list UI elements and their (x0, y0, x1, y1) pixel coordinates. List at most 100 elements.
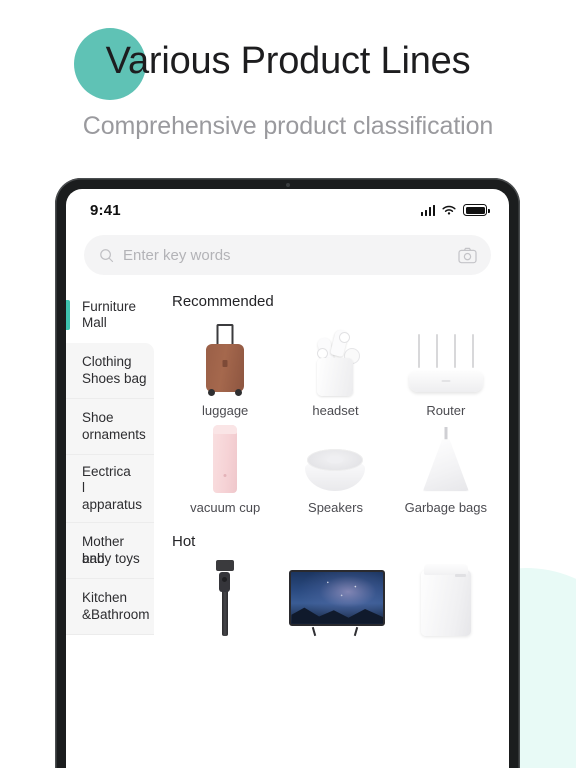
tablet-device-frame: 9:41 Enter key words Furniture Mall Clot… (55, 178, 520, 768)
speaker-art (305, 449, 366, 493)
product-card[interactable] (282, 562, 388, 636)
product-card[interactable] (393, 562, 499, 636)
garbage-bags-image (400, 419, 492, 493)
router-art (408, 334, 483, 396)
product-card[interactable]: Router (393, 322, 499, 419)
luggage-body (206, 344, 245, 392)
earbud-tip-right (339, 332, 351, 343)
product-label: Speakers (308, 500, 363, 516)
recommended-grid: luggage headset Router vacuum cup Speake… (172, 322, 499, 517)
luggage-art (205, 324, 245, 396)
sidebar-item-label-line2: ornaments (82, 426, 146, 442)
garbage-bag-neck (444, 427, 448, 441)
status-time: 9:41 (90, 201, 121, 219)
sidebar-item-electrical-apparatus[interactable]: Eectrica l apparatus (66, 455, 154, 524)
television-image (289, 562, 386, 636)
battery-icon (463, 204, 490, 216)
router-base (408, 371, 483, 392)
washing-machine-art (420, 563, 471, 636)
tv-stand (307, 627, 363, 636)
washer-panel (454, 573, 466, 577)
product-label: vacuum cup (190, 500, 261, 516)
category-sidebar: Furniture Mall Clothing Shoes bag Shoe o… (66, 287, 154, 768)
search-placeholder: Enter key words (123, 246, 231, 264)
router-antenna (453, 334, 457, 368)
sidebar-item-kitchen-bathroom[interactable]: Kitchen &Bathroom (66, 579, 154, 636)
earbuds-art (309, 326, 361, 396)
sidebar-item-label-line1: Shoe (82, 410, 114, 426)
router-antenna (435, 334, 439, 368)
section-title-recommended: Recommended (172, 293, 274, 310)
sidebar-item-mother-baby-toys[interactable]: Mother baby toys and (66, 523, 154, 580)
hot-grid (172, 559, 499, 636)
television-art (289, 569, 386, 636)
garbage-bag-body (422, 439, 469, 492)
sidebar-item-clothing-shoes-bag[interactable]: Clothing Shoes bag (66, 343, 154, 399)
status-icons (420, 204, 490, 216)
router-image (400, 322, 492, 396)
washing-machine-image (400, 562, 492, 636)
luggage-wheel-left (208, 389, 216, 396)
product-card[interactable]: luggage (172, 322, 278, 419)
search-icon (100, 248, 114, 262)
wifi-icon (442, 205, 456, 215)
speakers-image (289, 419, 381, 493)
search-area: Enter key words (66, 231, 509, 287)
sidebar-item-label-line1: Eectrica (82, 464, 131, 479)
vacuum-cup-art (213, 425, 238, 494)
sidebar-item-label-line2: Shoes bag (82, 370, 147, 386)
router-antenna (417, 334, 421, 368)
sidebar-item-label-line1: Clothing (82, 354, 132, 370)
active-indicator (66, 300, 70, 330)
sidebar-item-label-line2: baby toys and (82, 551, 148, 567)
status-bar: 9:41 (66, 189, 509, 231)
sidebar-item-label-line1: Kitchen (82, 590, 128, 606)
product-label: Router (426, 403, 466, 418)
vacuum-cup-image (179, 419, 271, 494)
title-block: Various Product Lines (0, 28, 576, 100)
page-header: Various Product Lines Comprehensive prod… (0, 0, 576, 141)
luggage-image (179, 322, 271, 396)
selfie-stick-head (216, 559, 235, 571)
sidebar-item-label-line2: &Bathroom (82, 606, 150, 622)
sidebar-item-furniture-mall[interactable]: Furniture Mall (66, 287, 154, 343)
product-card[interactable]: Garbage bags (393, 419, 499, 516)
product-label: Garbage bags (404, 500, 488, 516)
product-card[interactable]: vacuum cup (172, 419, 278, 516)
product-card[interactable]: Speakers (282, 419, 388, 516)
product-card[interactable] (172, 559, 278, 636)
product-label: headset (312, 403, 359, 418)
router-antenna (471, 334, 475, 368)
camera-icon[interactable] (458, 247, 477, 264)
washer-lid (423, 563, 468, 575)
luggage-handle (216, 324, 234, 346)
product-label: luggage (202, 403, 249, 418)
headset-image (289, 322, 381, 396)
luggage-wheel-right (235, 389, 243, 396)
tablet-screen: 9:41 Enter key words Furniture Mall Clot… (66, 189, 509, 768)
garbage-bag-art (422, 427, 469, 493)
front-camera-icon (285, 183, 290, 187)
earbuds-case (317, 358, 354, 396)
selfie-stick-image (179, 559, 271, 636)
signal-bars-icon (420, 204, 435, 216)
section-title-hot: Hot (172, 532, 196, 550)
sidebar-item-label-line2-overlap: and (82, 550, 105, 566)
tv-screen-art (289, 569, 386, 626)
tv-mountain-art (291, 607, 384, 624)
product-card[interactable]: headset (282, 322, 388, 419)
selfie-stick-grip (219, 571, 231, 592)
sidebar-item-label-line1: Mother (82, 534, 125, 550)
app-content: Furniture Mall Clothing Shoes bag Shoe o… (66, 287, 509, 768)
sidebar-item-label-line2: Mall (82, 315, 107, 330)
sidebar-item-label-line1: Furniture (82, 298, 137, 314)
page-subtitle: Comprehensive product classification (82, 112, 494, 140)
page-root: Various Product Lines Comprehensive prod… (0, 0, 576, 768)
sidebar-item-shoe-ornaments[interactable]: Shoe ornaments (66, 399, 154, 455)
sidebar-item-label-line2: l apparatus (82, 480, 143, 512)
selfie-stick-art (215, 559, 235, 636)
washer-body (420, 569, 471, 636)
page-title: Various Product Lines (105, 40, 471, 82)
search-input[interactable]: Enter key words (84, 235, 491, 275)
product-panel: Recommended luggage headset Router vacuu… (154, 287, 509, 768)
